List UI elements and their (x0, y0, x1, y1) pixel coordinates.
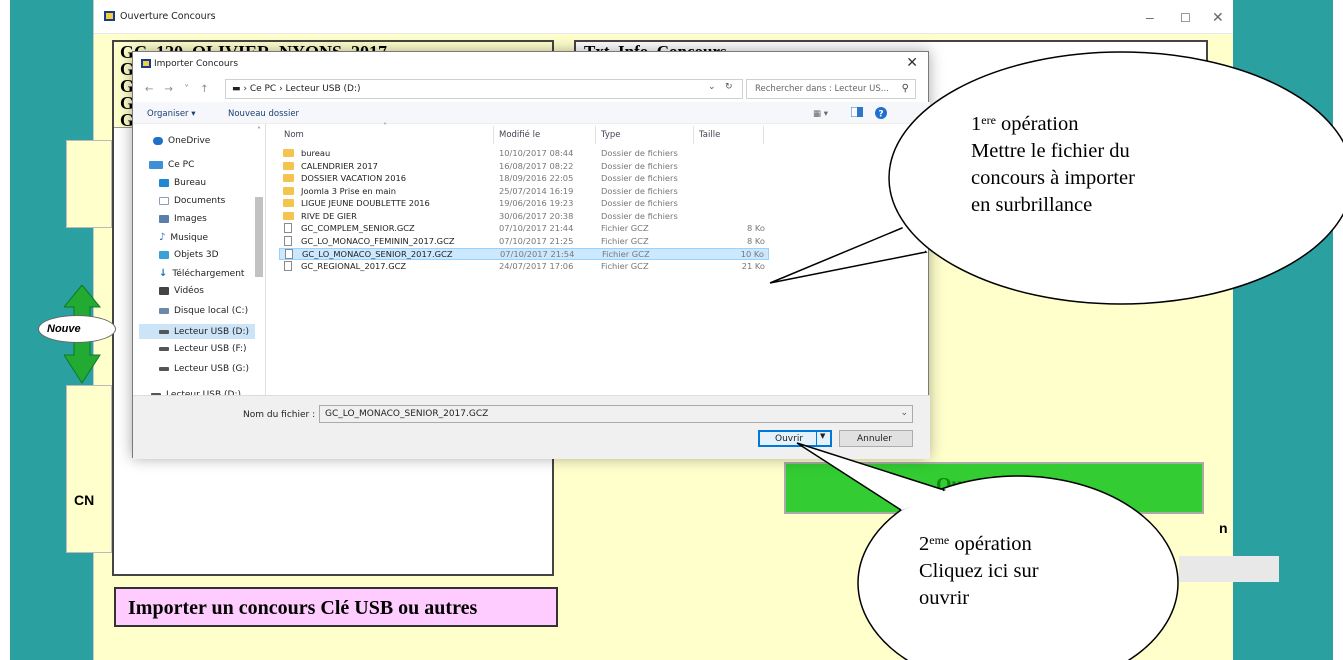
callout-1-line-3: en surbrillance (971, 194, 1093, 216)
callout-1-sup: ere (981, 113, 996, 127)
callout-2-line-2: ouvrir (919, 587, 970, 609)
callout-1-ordinal: 1 (971, 113, 982, 135)
callout-2-title: opération (949, 533, 1032, 555)
callout-layer (769, 51, 1343, 660)
callout-1-line-2: concours à importer (971, 167, 1135, 189)
callout-2-ordinal: 2 (919, 533, 930, 555)
callout-tail-1 (769, 227, 928, 284)
callout-2-line-1: Cliquez ici sur (919, 560, 1039, 582)
callout-1-title: opération (995, 113, 1079, 135)
callout-2-sup: eme (929, 533, 950, 547)
callout-1-line-1: Mettre le fichier du (971, 140, 1130, 162)
callout-text-1: 1ere opération Mettre le fichier du conc… (971, 111, 1135, 219)
callout-text-2: 2eme opération Cliquez ici sur ouvrir (919, 531, 1039, 612)
